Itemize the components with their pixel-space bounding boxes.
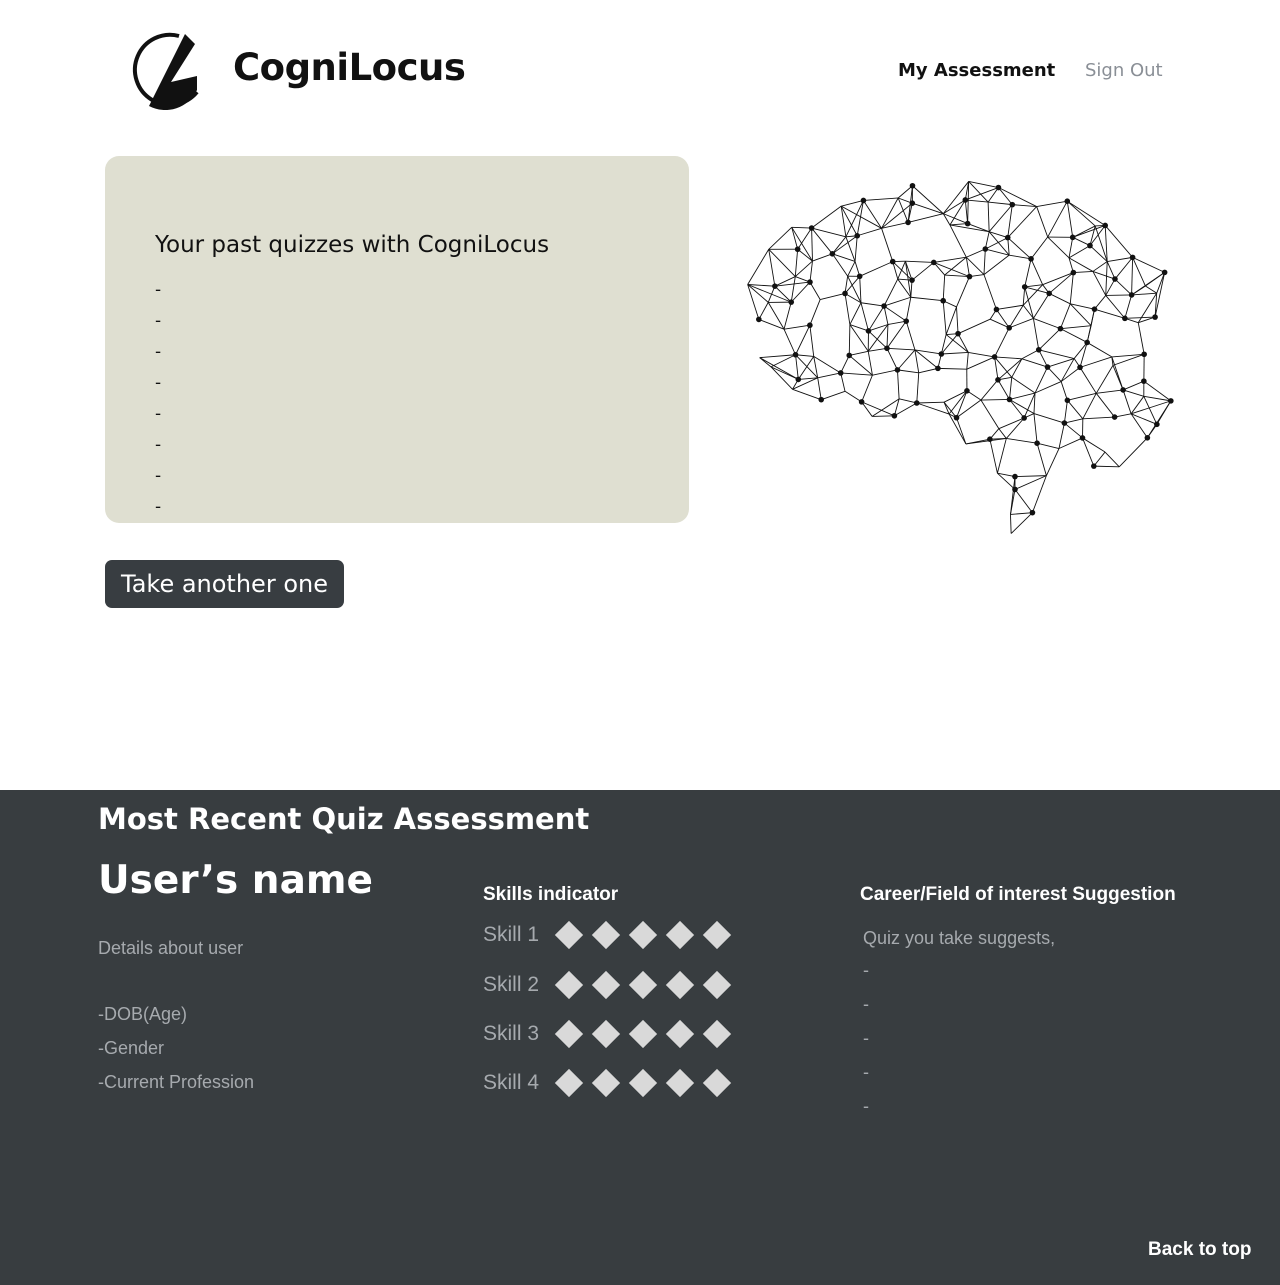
rating-diamond-icon[interactable]: [702, 920, 732, 950]
skill-row: Skill 4: [483, 1063, 744, 1103]
rating-diamond-icon[interactable]: [665, 1019, 695, 1049]
list-item: -: [863, 1096, 869, 1116]
career-intro: Quiz you take suggests,: [863, 928, 1056, 948]
skill-rating: [554, 1068, 744, 1098]
take-another-quiz-button[interactable]: Take another one: [105, 560, 344, 608]
past-quizzes-list: - - - - - - - -: [155, 280, 161, 523]
skill-row: Skill 1: [483, 915, 744, 955]
skill-label: Skill 2: [483, 973, 540, 996]
rating-diamond-icon[interactable]: [665, 1068, 695, 1098]
list-item: -: [155, 435, 162, 455]
list-item: -: [863, 994, 869, 1014]
list-item: -: [863, 960, 869, 980]
list-item: -: [155, 466, 162, 486]
rating-diamond-icon[interactable]: [702, 1019, 732, 1049]
skill-rating: [554, 920, 744, 950]
rating-diamond-icon[interactable]: [665, 970, 695, 1000]
list-item: -: [155, 280, 162, 300]
rating-diamond-icon[interactable]: [702, 970, 732, 1000]
rating-diamond-icon[interactable]: [628, 1019, 658, 1049]
recent-assessment-section: Most Recent Quiz Assessment User’s name …: [0, 790, 1280, 1285]
rating-diamond-icon[interactable]: [628, 1068, 658, 1098]
user-details-label: Details about user: [98, 938, 244, 958]
list-item: -: [155, 311, 162, 331]
rating-diamond-icon[interactable]: [554, 1019, 584, 1049]
rating-diamond-icon[interactable]: [554, 920, 584, 950]
rating-diamond-icon[interactable]: [591, 1019, 621, 1049]
back-to-top-link[interactable]: Back to top: [1148, 1239, 1251, 1261]
skill-rating: [554, 970, 744, 1000]
section-title: Most Recent Quiz Assessment: [98, 802, 590, 836]
brand-name: CogniLocus: [233, 46, 466, 89]
skill-row: Skill 2: [483, 965, 744, 1005]
logo-icon[interactable]: [127, 30, 201, 111]
list-item: -: [863, 1062, 869, 1082]
rating-diamond-icon[interactable]: [554, 970, 584, 1000]
brain-network-icon: [747, 180, 1174, 534]
rating-diamond-icon[interactable]: [702, 1068, 732, 1098]
skill-label: Skill 3: [483, 1022, 540, 1045]
nav-sign-out[interactable]: Sign Out: [1085, 60, 1163, 81]
nav-my-assessment[interactable]: My Assessment: [898, 60, 1055, 81]
user-name: User’s name: [98, 858, 373, 903]
rating-diamond-icon[interactable]: [628, 970, 658, 1000]
past-quizzes-card: Your past quizzes with CogniLocus - - - …: [105, 156, 689, 523]
user-field-gender: -Gender: [98, 1038, 165, 1058]
rating-diamond-icon[interactable]: [628, 920, 658, 950]
user-field-dob: -DOB(Age): [98, 1004, 188, 1024]
career-suggestion-list: - - - - -: [863, 960, 869, 1130]
rating-diamond-icon[interactable]: [665, 920, 695, 950]
rating-diamond-icon[interactable]: [591, 970, 621, 1000]
list-item: -: [863, 1028, 869, 1048]
skills-indicator-title: Skills indicator: [483, 884, 619, 905]
user-details-list: -DOB(Age) -Gender -Current Profession: [98, 1004, 254, 1106]
rating-diamond-icon[interactable]: [591, 920, 621, 950]
past-quizzes-title: Your past quizzes with CogniLocus: [155, 232, 550, 258]
skill-label: Skill 4: [483, 1071, 540, 1094]
list-item: -: [155, 342, 162, 362]
skill-label: Skill 1: [483, 923, 540, 946]
rating-diamond-icon[interactable]: [554, 1068, 584, 1098]
skill-rating: [554, 1019, 744, 1049]
list-item: -: [155, 404, 162, 424]
skill-row: Skill 3: [483, 1014, 744, 1054]
list-item: -: [155, 373, 162, 393]
career-suggestion-title: Career/Field of interest Suggestion: [860, 884, 1176, 905]
rating-diamond-icon[interactable]: [591, 1068, 621, 1098]
list-item: -: [155, 497, 162, 517]
user-field-profession: -Current Profession: [98, 1072, 255, 1092]
